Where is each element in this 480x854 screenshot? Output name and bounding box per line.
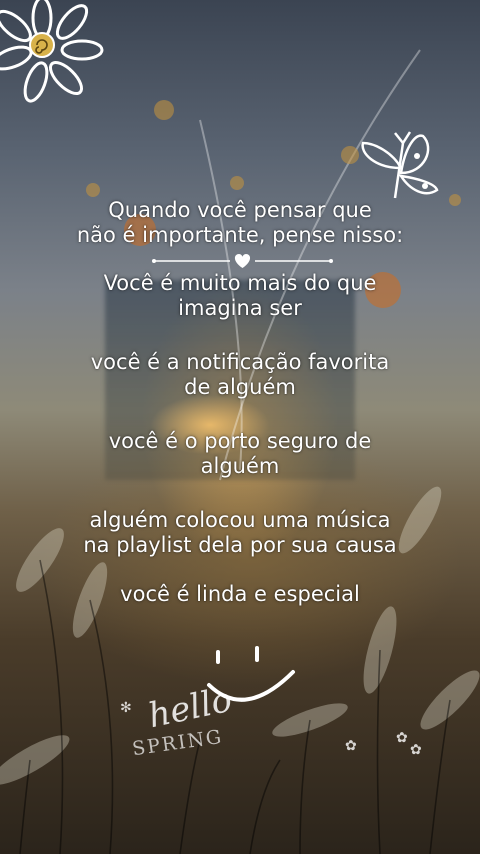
paragraph-3: você é o porto seguro de alguém xyxy=(0,429,480,479)
paragraph-5-line-1: você é linda e especial xyxy=(120,582,360,606)
paragraph-4-line-1: alguém colocou uma música xyxy=(89,508,391,532)
paragraph-2: você é a notificação favorita de alguém xyxy=(0,350,480,400)
paragraph-2-line-1: você é a notificação favorita xyxy=(90,350,390,374)
flower-icon xyxy=(0,0,104,103)
paragraph-5: você é linda e especial xyxy=(0,582,480,607)
heart-divider-icon xyxy=(152,254,333,268)
intro-line-1: Quando você pensar que xyxy=(108,198,372,222)
sparkle-icon: ✿ xyxy=(396,730,408,746)
sparkle-icon: ✿ xyxy=(345,738,357,754)
butterfly-icon xyxy=(361,131,439,199)
paragraph-4-line-2: na playlist dela por sua causa xyxy=(83,533,397,557)
intro-line-2: não é importante, pense nisso: xyxy=(76,223,404,247)
paragraph-1-line-1: Você é muito mais do que xyxy=(103,271,377,295)
paragraph-1: Você é muito mais do que imagina ser xyxy=(0,271,480,321)
paragraph-4: alguém colocou uma música na playlist de… xyxy=(0,508,480,558)
sparkle-icon: ✻ xyxy=(120,700,132,716)
sparkle-icon: ✿ xyxy=(410,742,422,758)
paragraph-2-line-2: de alguém xyxy=(184,375,296,399)
paragraph-1-line-2: imagina ser xyxy=(178,296,302,320)
intro-text: Quando você pensar que não é importante,… xyxy=(0,198,480,248)
paragraph-3-line-2: alguém xyxy=(200,454,280,478)
paragraph-3-line-1: você é o porto seguro de xyxy=(108,429,372,453)
